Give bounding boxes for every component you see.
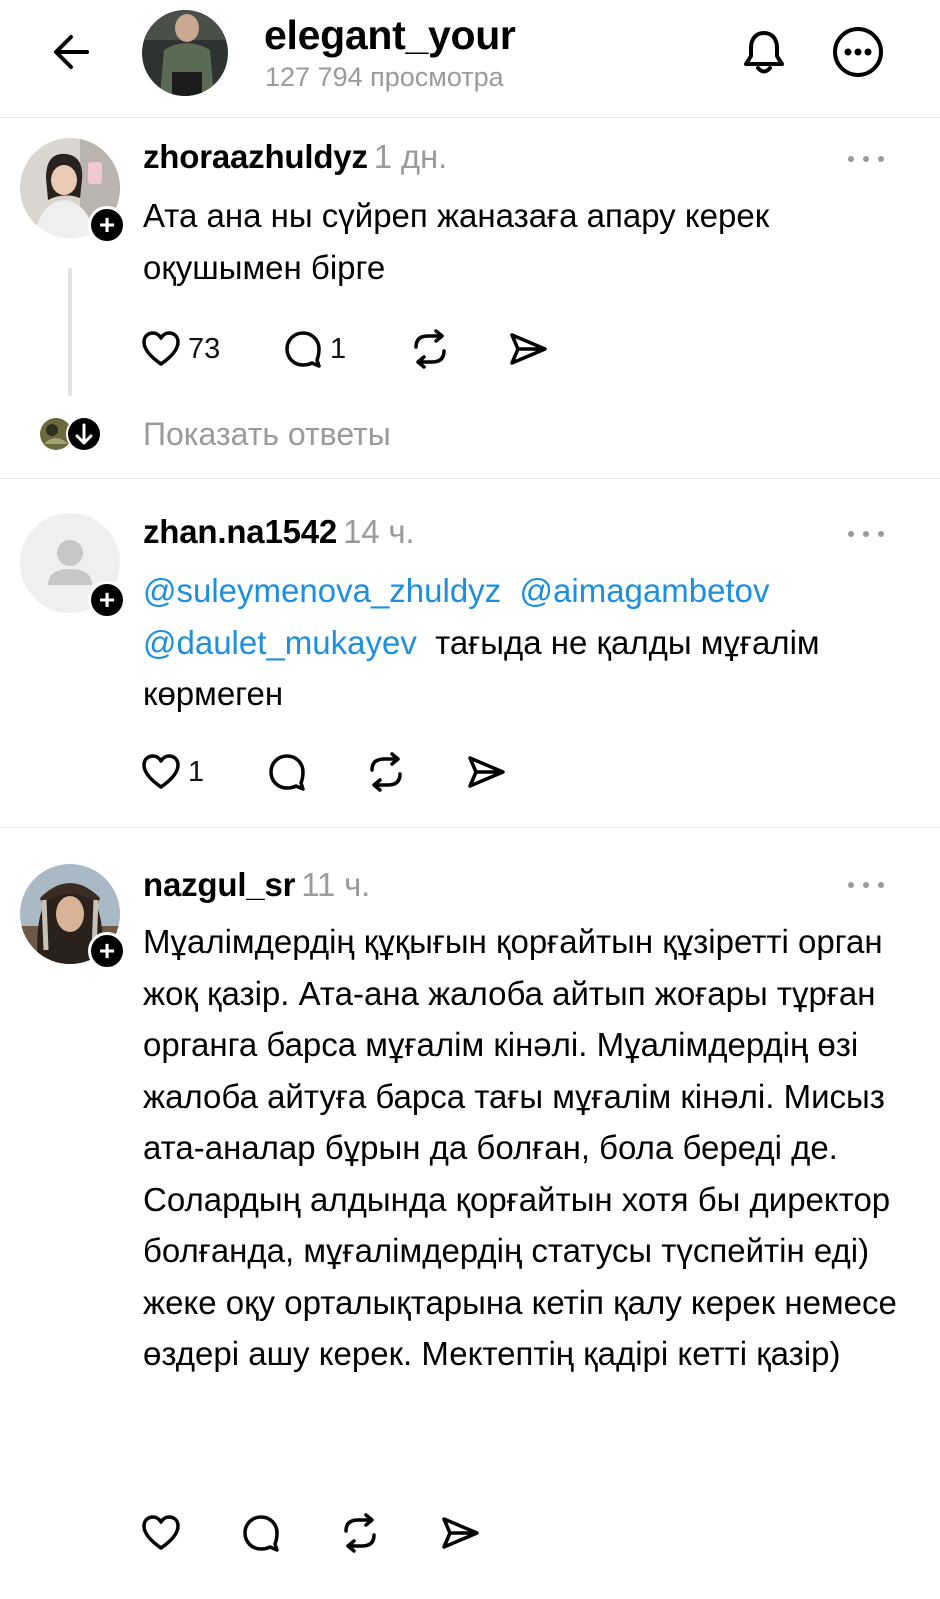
username-text[interactable]: zhan.na1542 <box>143 513 337 550</box>
thread-line <box>68 268 72 396</box>
send-icon <box>442 1517 479 1549</box>
like-button[interactable] <box>140 1508 182 1558</box>
comment-post: + zhoraazhuldyz 1 дн. Ата ана ны сүйреп ж… <box>0 118 940 478</box>
share-button[interactable] <box>506 324 550 374</box>
notifications-button[interactable] <box>736 24 792 80</box>
mention-link[interactable]: @daulet_mukayev <box>143 624 417 661</box>
comment-icon <box>285 331 321 368</box>
mention-link[interactable]: @suleymenova_zhuldyz <box>143 572 501 609</box>
reply-count: 1 <box>330 332 347 365</box>
comment-username[interactable]: zhoraazhuldyz 1 дн. <box>143 138 447 176</box>
timestamp: 11 ч. <box>301 866 371 903</box>
username-text[interactable]: nazgul_sr <box>143 866 295 903</box>
back-button[interactable] <box>46 26 98 78</box>
comment-text: Ата ана ны сүйреп жаназаға апару керек о… <box>143 197 770 286</box>
send-icon <box>468 756 505 788</box>
comment-text: @suleymenova_zhuldyz @aimagambetov @daul… <box>143 565 843 720</box>
heart-icon <box>142 754 180 789</box>
more-circle-icon <box>833 27 883 77</box>
repost-icon <box>344 1513 376 1553</box>
view-count: 127 794 просмотра <box>265 62 504 92</box>
post-menu-button[interactable] <box>848 152 884 166</box>
repost-button[interactable] <box>364 747 408 797</box>
top-bar: elegant_your 127 794 просмотра <box>0 0 940 118</box>
like-count: 73 <box>188 332 221 365</box>
share-button[interactable] <box>438 1508 482 1558</box>
timestamp: 14 ч. <box>343 513 415 550</box>
comment-icon <box>243 1515 279 1552</box>
like-count: 1 <box>188 755 205 788</box>
reply-avatars <box>38 414 104 454</box>
comment-post: + zhan.na1542 14 ч. @suleymenova_zhuldyz … <box>0 479 940 827</box>
repost-button[interactable] <box>408 324 452 374</box>
arrow-left-icon <box>54 35 89 69</box>
reply-button[interactable] <box>266 747 308 797</box>
show-replies-link[interactable]: Показать ответы <box>143 416 391 453</box>
more-options-button[interactable] <box>830 24 886 80</box>
repost-button[interactable] <box>338 1508 382 1558</box>
bell-icon <box>744 31 784 74</box>
profile-avatar[interactable] <box>142 10 228 96</box>
comment-text: Мұалімдердің құқығын қорғайтын құзіретті… <box>143 923 897 1372</box>
heart-icon <box>142 1515 180 1550</box>
mention-link[interactable]: @aimagambetov <box>520 572 770 609</box>
repost-icon <box>370 752 402 792</box>
follow-badge[interactable]: + <box>88 206 126 244</box>
comment-icon <box>269 754 305 791</box>
comment-post: + nazgul_sr 11 ч. Мұалімдердің құқығын қо… <box>0 828 940 1599</box>
username-text[interactable]: zhoraazhuldyz <box>143 138 368 175</box>
like-button[interactable]: 73 <box>140 324 220 374</box>
comment-username[interactable]: zhan.na1542 14 ч. <box>143 513 415 551</box>
follow-badge[interactable]: + <box>88 581 126 619</box>
post-menu-button[interactable] <box>848 878 884 892</box>
follow-badge[interactable]: + <box>88 932 126 970</box>
reply-button[interactable]: 1 <box>282 324 346 374</box>
repost-icon <box>414 329 446 369</box>
heart-icon <box>142 331 180 366</box>
comment-username[interactable]: nazgul_sr 11 ч. <box>143 866 370 904</box>
reply-button[interactable] <box>240 1508 282 1558</box>
account-name[interactable]: elegant_your <box>264 12 516 59</box>
like-button[interactable]: 1 <box>140 747 204 797</box>
share-button[interactable] <box>464 747 508 797</box>
timestamp: 1 дн. <box>373 138 447 175</box>
send-icon <box>510 333 547 365</box>
post-menu-button[interactable] <box>848 527 884 541</box>
